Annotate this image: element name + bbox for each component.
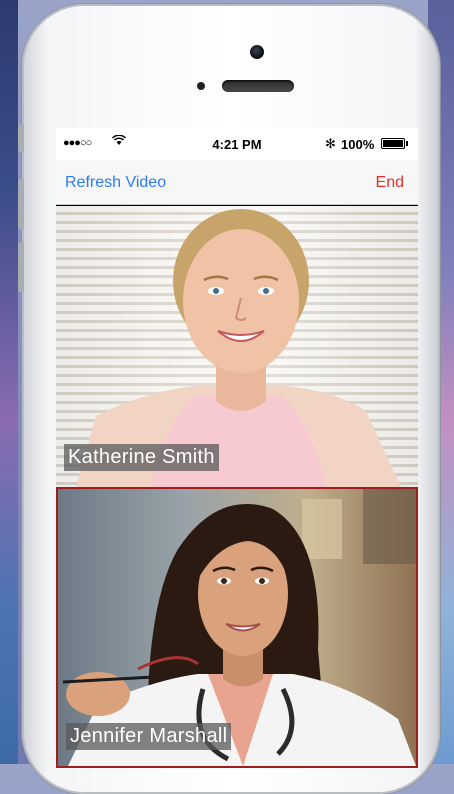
background-left: [0, 0, 18, 764]
battery-percentage: 100%: [341, 137, 375, 152]
participant-name-label: Jennifer Marshall: [66, 723, 232, 750]
volume-down-button: [18, 242, 24, 292]
battery-icon: [381, 138, 408, 149]
front-camera: [250, 45, 264, 59]
participant-name-label: Katherine Smith: [64, 444, 219, 471]
bluetooth-icon: ✻: [325, 136, 336, 151]
earpiece-speaker: [222, 80, 294, 92]
navigation-bar: Refresh Video End: [56, 160, 418, 205]
status-bar: ●●●○○ 4:21 PM ✻ 100%: [56, 128, 418, 160]
video-feed-1[interactable]: Katherine Smith: [56, 206, 418, 487]
video-feed-2[interactable]: Jennifer Marshall: [56, 487, 418, 768]
proximity-sensor: [197, 82, 205, 90]
end-call-button[interactable]: End: [376, 174, 404, 192]
mute-switch: [18, 124, 24, 152]
phone-screen: ●●●○○ 4:21 PM ✻ 100% Refresh Video End K…: [56, 128, 418, 768]
refresh-video-button[interactable]: Refresh Video: [65, 174, 166, 192]
volume-up-button: [18, 179, 24, 229]
